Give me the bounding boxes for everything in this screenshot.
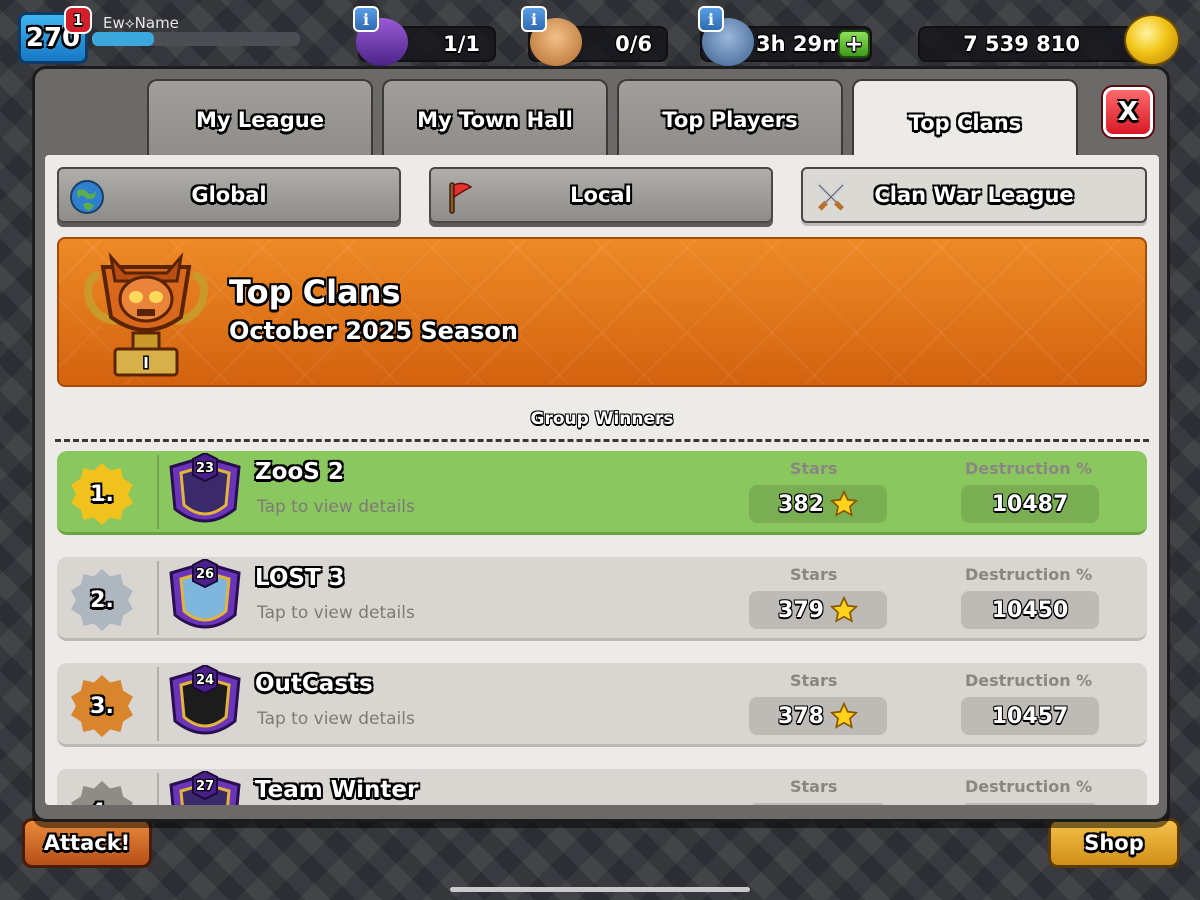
notification-badge: 1 <box>64 6 92 34</box>
season-banner: I Top Clans October 2025 Season <box>57 237 1147 387</box>
gold-counter: 7 539 810 <box>918 26 1148 62</box>
clan-badge-icon: 26 <box>169 559 241 629</box>
row-divider <box>157 455 159 529</box>
banner-title: Top Clans <box>229 273 401 311</box>
tap-hint: Tap to view details <box>257 603 415 623</box>
clan-badge-icon: 24 <box>169 665 241 735</box>
stars-value: 379 <box>778 597 824 623</box>
globe-icon <box>70 180 104 214</box>
tap-hint: Tap to view details <box>257 497 415 517</box>
shield-info-icon[interactable]: i <box>698 6 724 32</box>
destruction-value: 10487 <box>991 491 1069 517</box>
clan-badge-icon: 23 <box>169 453 241 523</box>
xp-progress-fill <box>92 32 155 46</box>
banner-subtitle: October 2025 Season <box>229 317 519 345</box>
tab-top-clans[interactable]: Top Clans <box>852 79 1078 165</box>
clan-level: 26 <box>196 567 214 582</box>
leaderboard-window: My League My Town Hall Top Players Top C… <box>32 66 1170 822</box>
filter-global-button[interactable]: Global <box>57 167 401 223</box>
rank-medal-icon: 4. <box>71 781 133 805</box>
trophy-rank-numeral: I <box>143 354 149 372</box>
stars-value: 378 <box>778 703 824 729</box>
row-divider <box>157 773 159 805</box>
rank-medal-icon: 2. <box>71 569 133 631</box>
filter-local-label: Local <box>570 183 632 207</box>
stars-value-box: 378 <box>749 697 887 735</box>
tab-top-players[interactable]: Top Players <box>617 79 843 159</box>
stars-column-label: Stars <box>790 777 838 796</box>
clan-row[interactable]: 1. 23 ZooS 2 Tap to view details Stars Destru… <box>57 451 1147 535</box>
builders-value: 1/1 <box>443 32 480 56</box>
filter-global-label: Global <box>191 183 267 207</box>
stars-column-label: Stars <box>790 671 838 690</box>
top-hud: 270 1 Ew⟡Name 1/1 i 0/6 i 3h 29m i + 7 5… <box>0 0 1200 66</box>
destruction-value-box <box>961 803 1099 805</box>
close-button[interactable]: X <box>1103 87 1153 137</box>
leaderboard-content: Global Local Clan War League I Top Clans… <box>45 155 1159 805</box>
clan-level: 27 <box>196 779 214 794</box>
player-name: Ew⟡Name <box>103 14 179 32</box>
destruction-value-box: 10487 <box>961 485 1099 523</box>
clan-level: 23 <box>196 461 214 476</box>
star-icon <box>829 596 858 623</box>
rank-medal-icon: 3. <box>71 675 133 737</box>
rank-number: 2. <box>90 587 114 613</box>
star-icon <box>829 702 858 729</box>
destruction-value-box: 10457 <box>961 697 1099 735</box>
builders-info-icon[interactable]: i <box>353 6 379 32</box>
flag-icon <box>449 182 473 214</box>
clan-name: Team Winter <box>255 777 419 803</box>
row-divider <box>157 561 159 635</box>
tab-my-league[interactable]: My League <box>147 79 373 159</box>
stars-value-box: 382 <box>749 485 887 523</box>
tap-hint: Tap to view details <box>257 709 415 729</box>
destruction-value: 10457 <box>991 703 1069 729</box>
stars-column-label: Stars <box>790 459 838 478</box>
gold-coin-icon <box>1124 14 1180 66</box>
section-divider <box>55 439 1149 442</box>
clan-badge-icon: 27 <box>169 771 241 805</box>
rank-number: 3. <box>90 693 114 719</box>
tab-my-town-hall[interactable]: My Town Hall <box>382 79 608 159</box>
destruction-value: 10450 <box>991 597 1069 623</box>
army-info-icon[interactable]: i <box>521 6 547 32</box>
filter-clan-war-league-button[interactable]: Clan War League <box>801 167 1147 223</box>
destruction-column-label: Destruction % <box>965 777 1093 796</box>
star-icon <box>829 490 858 517</box>
crossed-swords-icon <box>816 182 846 211</box>
rank-medal-icon: 1. <box>71 463 133 525</box>
skull-trophy-icon: I <box>84 252 208 377</box>
stars-value-box: 379 <box>749 591 887 629</box>
section-title: Group Winners <box>530 409 674 429</box>
clan-level: 24 <box>196 673 214 688</box>
destruction-column-label: Destruction % <box>965 565 1093 584</box>
destruction-column-label: Destruction % <box>965 459 1093 478</box>
add-shield-button[interactable]: + <box>838 30 870 58</box>
row-divider <box>157 667 159 741</box>
stars-value: 382 <box>778 491 824 517</box>
stars-value-box <box>749 803 887 805</box>
home-indicator[interactable] <box>450 887 750 892</box>
clan-name: ZooS 2 <box>255 459 344 485</box>
xp-progress-bar <box>92 32 300 46</box>
filter-clan-war-league-label: Clan War League <box>874 183 1074 207</box>
clan-row[interactable]: 4.27Team WinterTap to view detailsStarsD… <box>57 769 1147 805</box>
clan-row[interactable]: 3. 24 OutCasts Tap to view details Stars Dest… <box>57 663 1147 747</box>
filter-local-button[interactable]: Local <box>429 167 773 223</box>
shop-button[interactable]: Shop <box>1048 818 1180 868</box>
army-value: 0/6 <box>615 32 652 56</box>
destruction-value-box: 10450 <box>961 591 1099 629</box>
rank-number: 4. <box>90 800 114 806</box>
gold-value: 7 539 810 <box>963 32 1080 56</box>
attack-button[interactable]: Attack! <box>22 818 152 868</box>
rank-number: 1. <box>90 481 114 507</box>
clan-row[interactable]: 2. 26 LOST 3 Tap to view details Stars Destru… <box>57 557 1147 641</box>
stars-column-label: Stars <box>790 565 838 584</box>
shield-time-value: 3h 29m <box>756 32 844 56</box>
destruction-column-label: Destruction % <box>965 671 1093 690</box>
clan-name: LOST 3 <box>255 565 345 591</box>
clan-name: OutCasts <box>255 671 373 697</box>
